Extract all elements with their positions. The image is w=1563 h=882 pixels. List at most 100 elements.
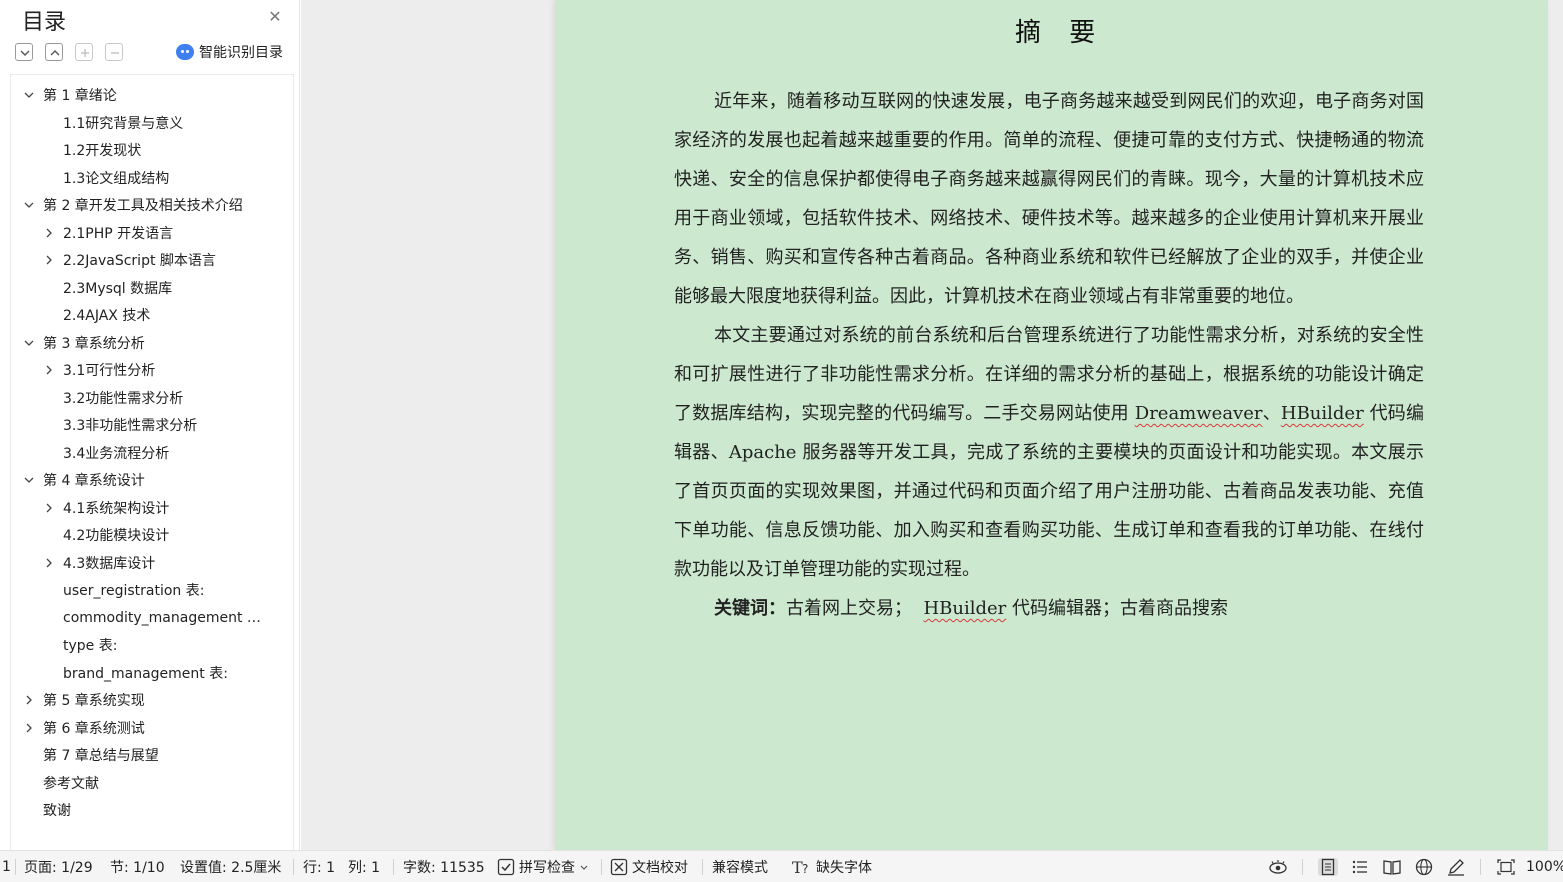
collapse-all-button[interactable] (45, 43, 63, 61)
toc-item[interactable]: 1.2开发现状 (11, 138, 291, 162)
eye-protection-icon[interactable] (1268, 858, 1288, 876)
divider (393, 859, 394, 875)
missing-fonts-button[interactable]: T? 缺失字体 (792, 851, 872, 882)
document-page[interactable]: 摘 要 近年来，随着移动互联网的快速发展，电子商务越来越受到网民们的欢迎，电子商… (555, 0, 1548, 850)
toc-item[interactable]: 第 4 章系统设计 (11, 468, 291, 492)
abstract-paragraph-1: 近年来，随着移动互联网的快速发展，电子商务越来越受到网民们的欢迎，电子商务对国家… (674, 82, 1424, 316)
remove-heading-button[interactable] (105, 43, 123, 61)
status-column[interactable]: 列: 1 (348, 851, 380, 882)
chevron-right-icon[interactable] (43, 502, 55, 514)
zoom-level[interactable]: 100% (1526, 851, 1563, 882)
toc-item[interactable]: 3.2功能性需求分析 (11, 386, 291, 410)
toc-item[interactable]: 参考文献 (11, 771, 291, 795)
chevron-right-icon[interactable] (43, 227, 55, 239)
chevron-down-icon[interactable] (23, 199, 35, 211)
doc-check-label: 文档校对 (632, 860, 688, 876)
toc-item[interactable]: 3.1可行性分析 (11, 358, 291, 382)
toc-item[interactable]: user_registration 表: (11, 578, 291, 602)
misspelled-word[interactable]: Dreamweaver (1135, 403, 1263, 424)
toc-tree: 第 1 章绪论 1.1研究背景与意义 1.2开发现状 1.3论文组成结构第 2 章开发… (10, 74, 294, 850)
toc-item-label: commodity_management … (63, 609, 261, 626)
toc-item[interactable]: 第 2 章开发工具及相关技术介绍 (11, 193, 291, 217)
status-page-index: 1 (2, 859, 11, 875)
chevron-right-icon[interactable] (43, 254, 55, 266)
toc-item[interactable]: 第 5 章系统实现 (11, 688, 291, 712)
toc-item-label: brand_management 表: (63, 665, 228, 682)
misspelled-word[interactable]: HBuilder (1281, 403, 1364, 424)
toc-item[interactable]: 3.4业务流程分析 (11, 441, 291, 465)
spell-check-label: 拼写检查 (519, 860, 575, 876)
toc-item-label: 4.2功能模块设计 (63, 528, 170, 544)
toc-item-label: 1.2开发现状 (63, 143, 142, 159)
keywords-text: 古着网上交易； (786, 598, 912, 619)
smart-toc-button[interactable]: 智能识别目录 (176, 42, 283, 62)
toc-item[interactable]: 4.2功能模块设计 (11, 523, 291, 547)
toc-item[interactable]: 3.3非功能性需求分析 (11, 413, 291, 437)
compat-mode-button[interactable]: 兼容模式 (712, 851, 768, 882)
paragraph-text: 近年来，随着移动互联网的快速发展，电子商务越来越受到网民们的欢迎，电子商务对国家… (674, 91, 1424, 307)
toc-item[interactable]: 第 7 章总结与展望 (11, 743, 291, 767)
close-icon[interactable]: ✕ (266, 8, 284, 26)
toc-item-label: 参考文献 (43, 775, 99, 792)
toc-panel: 目录 ✕ 智能识别目录 第 1 章绪论 1.1研究背景与意义 1.2开发现状 1.3论… (0, 0, 300, 850)
smart-toc-label: 智能识别目录 (199, 45, 283, 61)
toc-item[interactable]: 致谢 (11, 798, 291, 822)
paragraph-text: 、 (1262, 403, 1281, 424)
toc-item[interactable]: 2.3Mysql 数据库 (11, 276, 291, 300)
fit-window-icon[interactable] (1496, 858, 1516, 876)
add-heading-button[interactable] (75, 43, 93, 61)
spell-check-button[interactable]: 拼写检查 (497, 851, 589, 882)
chevron-down-icon[interactable] (23, 474, 35, 486)
status-word-count[interactable]: 字数: 11535 (403, 851, 485, 882)
toc-item[interactable]: 2.2JavaScript 脚本语言 (11, 248, 291, 272)
divider (293, 859, 294, 875)
expand-all-button[interactable] (15, 43, 33, 61)
status-row[interactable]: 行: 1 (303, 851, 335, 882)
toc-panel-title: 目录 (22, 10, 67, 35)
toc-item-label: 第 4 章系统设计 (43, 473, 145, 489)
toc-item[interactable]: 2.1PHP 开发语言 (11, 221, 291, 245)
outline-view-icon[interactable] (1350, 858, 1370, 876)
toc-toolbar (15, 42, 135, 62)
status-page[interactable]: 页面: 1/29 (24, 851, 93, 882)
toc-item-label: type 表: (63, 638, 118, 654)
toc-item[interactable]: commodity_management … (11, 606, 291, 630)
toc-item[interactable]: brand_management 表: (11, 661, 291, 685)
pen-icon[interactable] (1446, 858, 1466, 876)
chevron-down-icon[interactable] (23, 89, 35, 101)
toc-item[interactable]: 第 1 章绪论 (11, 83, 291, 107)
font-question-icon: T? (792, 858, 808, 876)
abstract-paragraph-2: 本文主要通过对系统的前台系统和后台管理系统进行了功能性需求分析，对系统的安全性和… (674, 316, 1424, 589)
keywords-text: 代码编辑器；古着商品搜索 (1006, 598, 1228, 619)
chevron-right-icon[interactable] (23, 722, 35, 734)
toc-item[interactable]: 2.4AJAX 技术 (11, 303, 291, 327)
doc-check-button[interactable]: 文档校对 (610, 851, 688, 882)
chevron-down-icon[interactable] (23, 337, 35, 349)
page-view-icon[interactable] (1318, 858, 1338, 876)
document-body[interactable]: 近年来，随着移动互联网的快速发展，电子商务越来越受到网民们的欢迎，电子商务对国家… (674, 82, 1424, 628)
doc-check-icon (610, 858, 628, 876)
toc-item[interactable]: 1.3论文组成结构 (11, 166, 291, 190)
status-section[interactable]: 节: 1/10 (110, 851, 165, 882)
divider (1480, 859, 1481, 875)
toc-item-label: 3.2功能性需求分析 (63, 390, 184, 407)
keywords-label: 关键词： (714, 598, 786, 619)
toc-item[interactable]: 第 6 章系统测试 (11, 716, 291, 740)
toc-item-label: 第 5 章系统实现 (43, 693, 145, 709)
reading-mode-icon[interactable] (1382, 858, 1402, 876)
toc-item[interactable]: 第 3 章系统分析 (11, 331, 291, 355)
toc-item-label: 第 3 章系统分析 (43, 335, 145, 352)
divider (15, 859, 16, 875)
misspelled-word[interactable]: HBuilder (923, 598, 1006, 619)
chevron-right-icon[interactable] (23, 694, 35, 706)
document-heading: 摘 要 (1015, 18, 1106, 48)
toc-item[interactable]: 4.3数据库设计 (11, 551, 291, 575)
chevron-right-icon[interactable] (43, 557, 55, 569)
toc-item[interactable]: 4.1系统架构设计 (11, 496, 291, 520)
toc-item[interactable]: type 表: (11, 633, 291, 657)
keywords-line: 关键词：古着网上交易； HBuilder 代码编辑器；古着商品搜索 (674, 589, 1424, 628)
chevron-right-icon[interactable] (43, 364, 55, 376)
web-layout-icon[interactable] (1414, 858, 1434, 876)
toc-item[interactable]: 1.1研究背景与意义 (11, 111, 291, 135)
status-setting[interactable]: 设置值: 2.5厘米 (180, 851, 281, 882)
